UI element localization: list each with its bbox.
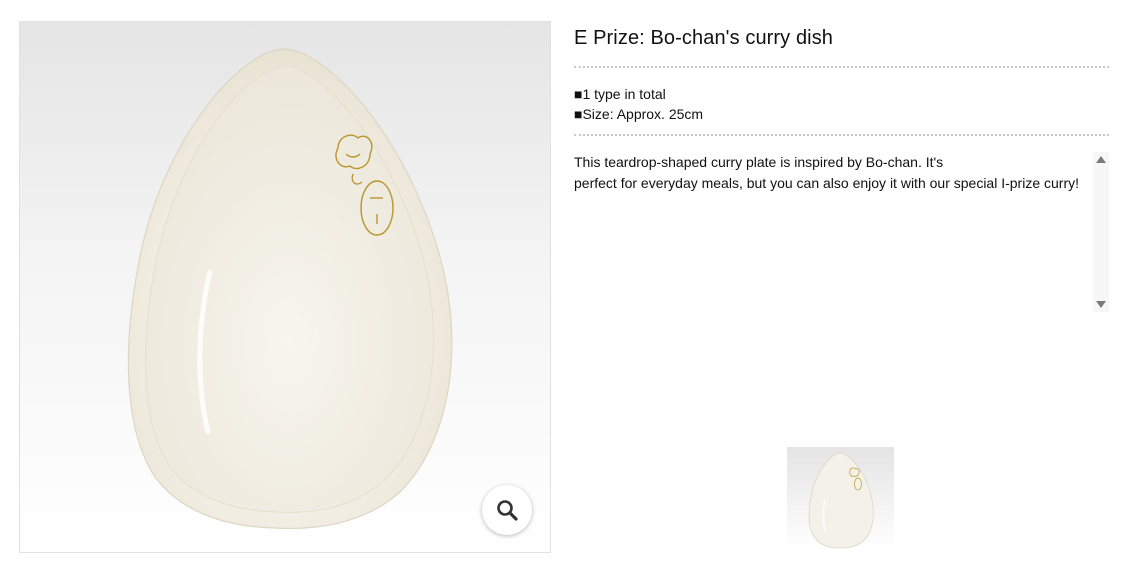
spec-item: ■1 type in total bbox=[574, 86, 666, 102]
description-scroll-area[interactable]: This teardrop-shaped curry plate is insp… bbox=[574, 152, 1109, 312]
curry-plate-image bbox=[127, 48, 453, 530]
triangle-up-icon[interactable] bbox=[1096, 156, 1106, 163]
product-detail: E Prize: Bo-chan's curry dish ■1 type in… bbox=[0, 0, 1124, 574]
main-product-image[interactable] bbox=[19, 21, 551, 553]
curry-plate-thumbnail bbox=[808, 452, 874, 549]
triangle-down-icon[interactable] bbox=[1096, 301, 1106, 308]
spec-item: ■Size: Approx. 25cm bbox=[574, 106, 704, 122]
divider bbox=[574, 66, 1109, 68]
description-line: perfect for everyday meals, but you can … bbox=[574, 175, 1079, 191]
divider bbox=[574, 134, 1109, 136]
thumbnail-image[interactable] bbox=[787, 447, 894, 550]
spec-list: ■1 type in total ■Size: Approx. 25cm bbox=[574, 84, 703, 124]
product-title: E Prize: Bo-chan's curry dish bbox=[574, 27, 834, 49]
description-line: This teardrop-shaped curry plate is insp… bbox=[574, 154, 944, 170]
zoom-button[interactable] bbox=[482, 485, 532, 535]
magnifier-icon bbox=[497, 500, 518, 521]
scrollbar[interactable] bbox=[1093, 152, 1109, 312]
product-description: This teardrop-shaped curry plate is insp… bbox=[574, 152, 1089, 194]
